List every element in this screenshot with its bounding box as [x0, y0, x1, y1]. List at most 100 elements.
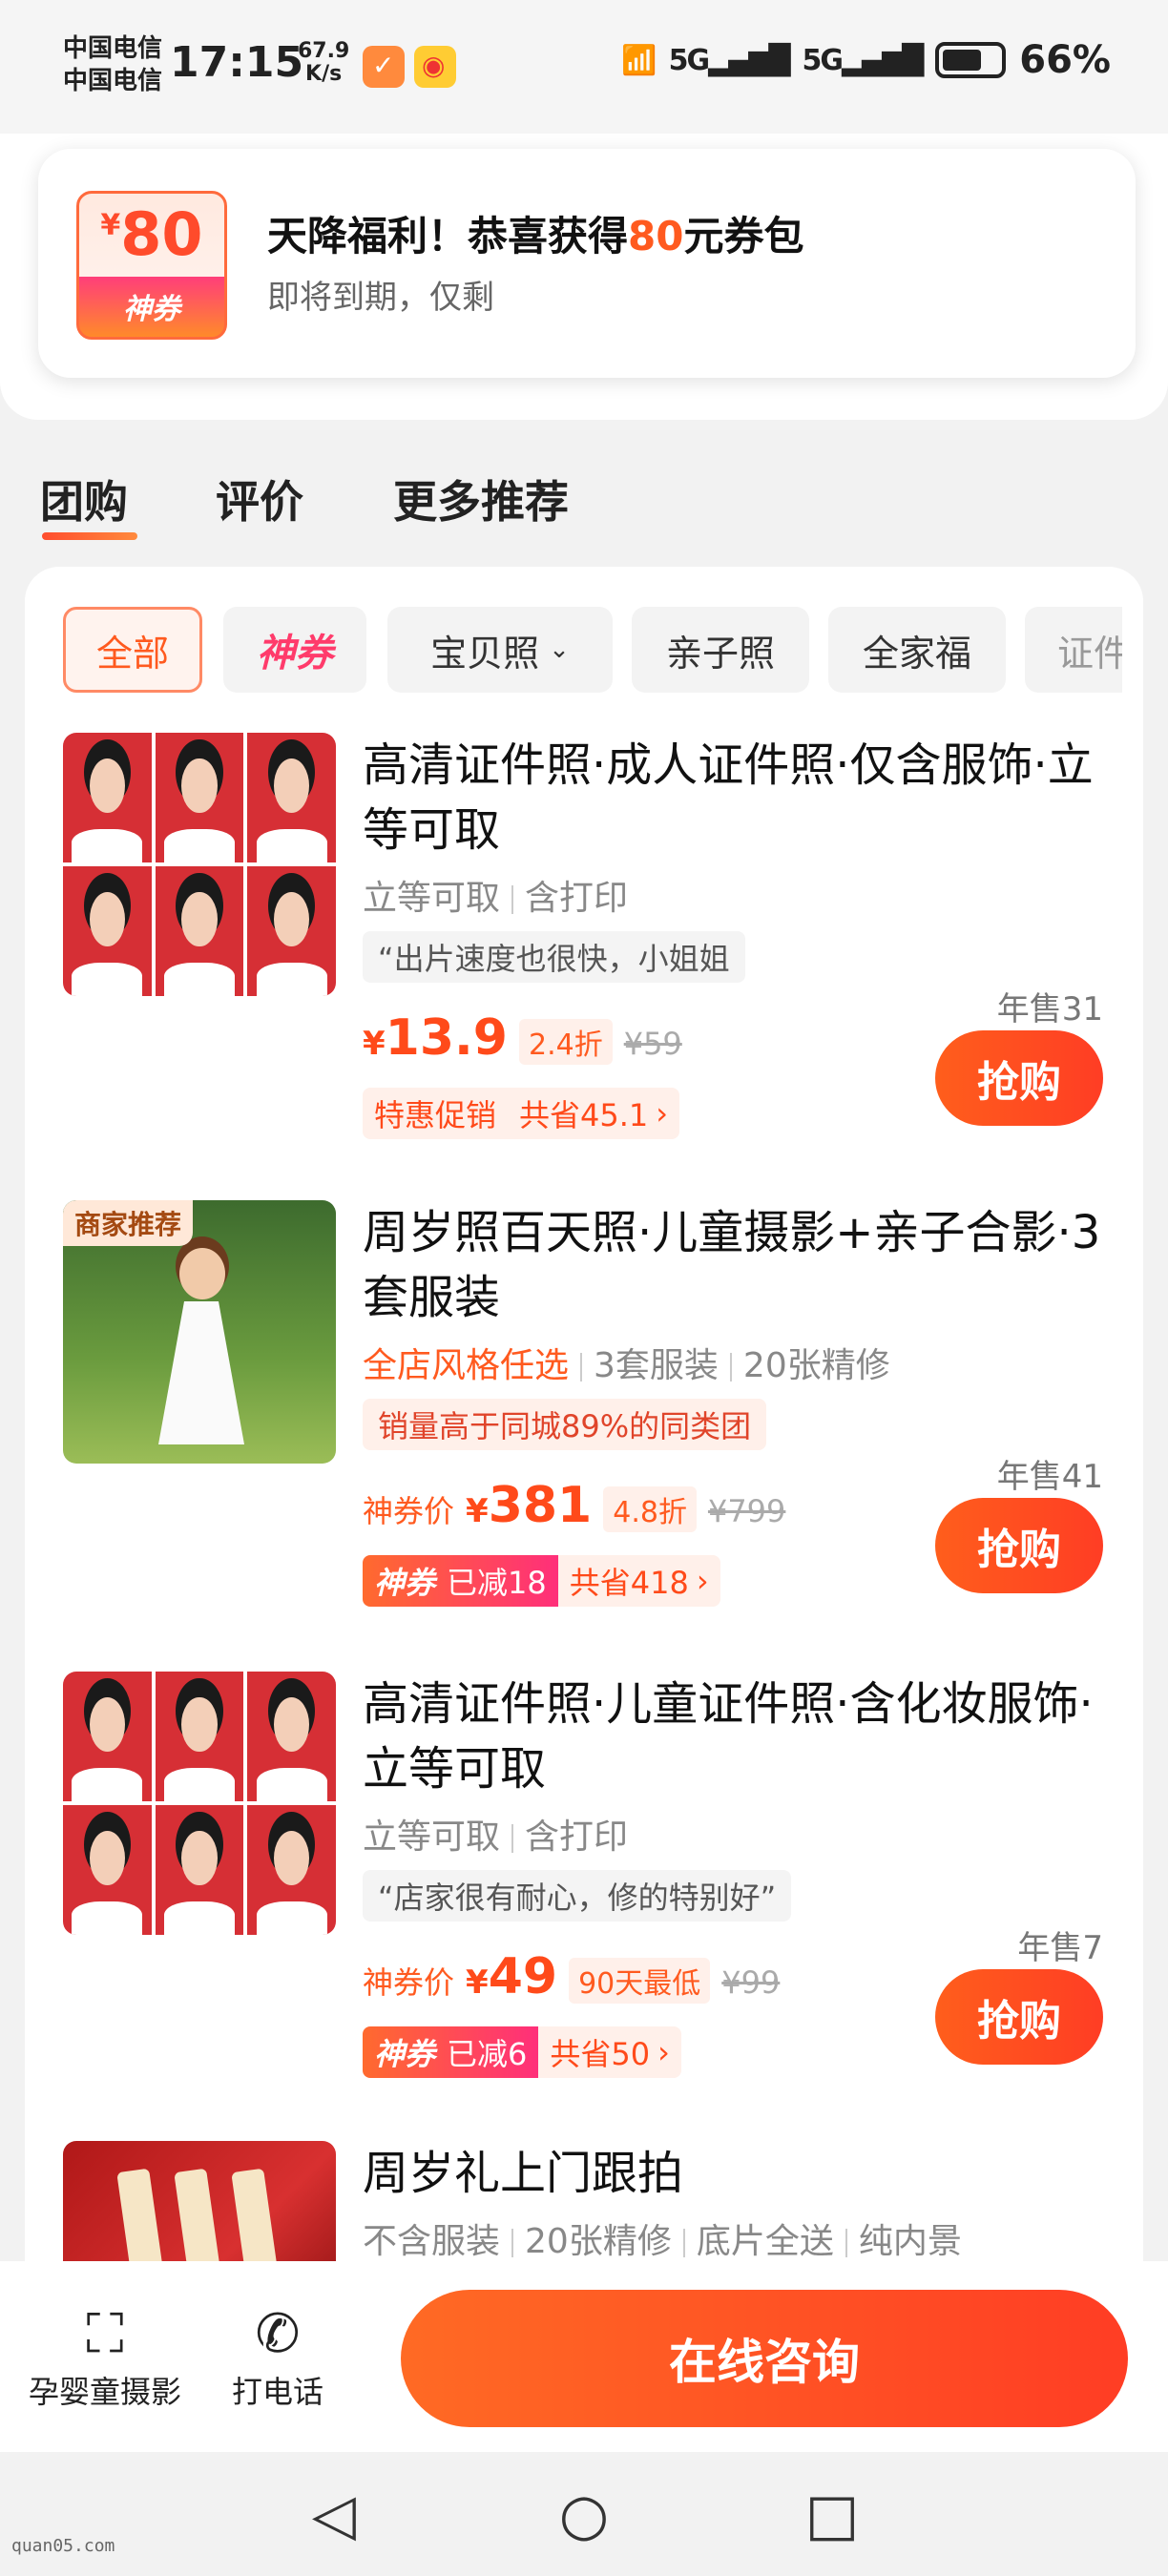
promo-sale-label: 特惠促销 [363, 1088, 509, 1139]
buy-button[interactable]: 抢购 [935, 1030, 1103, 1126]
battery-icon [935, 42, 1007, 78]
weibo-notification-icon [414, 46, 456, 88]
deal-tags: 全店风格任选 3套服装 20张精修 [363, 1346, 890, 1385]
tab-reviews[interactable]: 评价 [216, 467, 303, 530]
call-label: 打电话 [231, 2374, 323, 2410]
call-button[interactable]: ✆ 打电话 [216, 2301, 340, 2412]
deal-title: 高清证件照·成人证件照·仅含服饰·立等可取 [363, 738, 1094, 857]
buy-button[interactable]: 抢购 [935, 1498, 1103, 1593]
original-price: ¥59 [623, 1026, 682, 1062]
annual-sales: 年售31 [996, 990, 1103, 1028]
shop-category-label: 孕婴童摄影 [28, 2374, 181, 2410]
price-row: ¥13.9 2.4折 ¥59 [363, 1009, 682, 1067]
discount-badge: 90天最低 [569, 1958, 711, 2004]
signal-1: 5G▂▄▆█ [668, 43, 791, 77]
deal-title: 周岁照百天照·儿童摄影+亲子合影·3套服装 [363, 1206, 1101, 1324]
deal-item-4[interactable]: 周岁礼上门跟拍 不含服装 20张精修 底片全送 纯内景 [25, 2141, 1143, 2332]
annual-sales: 年售7 [1017, 1929, 1103, 1967]
carrier-1: 中国电信 [63, 34, 163, 63]
deal-thumbnail [63, 1672, 336, 1935]
deal-thumbnail: 商家推荐 [63, 1200, 336, 1464]
shop-category-button[interactable]: ⛶ 孕婴童摄影 [19, 2301, 191, 2412]
carrier-2: 中国电信 [63, 67, 163, 95]
promo-tag[interactable]: 特惠促销 共省45.1 › [363, 1088, 680, 1139]
deal-tags: 立等可取 含打印 [363, 1818, 629, 1857]
original-price: ¥99 [721, 1964, 781, 2001]
merchant-recommend-badge: 商家推荐 [63, 1200, 194, 1246]
status-indicators: 📶 5G▂▄▆█ 5G▂▄▆█ 66% [621, 38, 1111, 82]
price-label: 神券价 [363, 1493, 455, 1529]
filter-baby-photo-label: 宝贝照 [430, 632, 540, 675]
clock: 17:15 [170, 38, 304, 87]
price-label: 神券价 [363, 1964, 455, 2001]
bottom-action-bar: ⛶ 孕婴童摄影 ✆ 打电话 在线咨询 [0, 2261, 1168, 2452]
promo-savings: 共省418 › [557, 1555, 720, 1607]
shenquan-reduction: 神券 已减18 [363, 1555, 558, 1607]
deal-tags: 不含服装 20张精修 底片全送 纯内景 [363, 2222, 962, 2261]
original-price: ¥799 [707, 1493, 786, 1529]
deal-review-quote: “店家很有耐心，修的特别好” [363, 1870, 792, 1922]
filter-shenquan[interactable]: 神券 [223, 607, 366, 693]
deal-price: ¥13.9 [363, 1009, 508, 1067]
price-row: 神券价 ¥49 90天最低 ¥99 [363, 1948, 780, 2005]
chevron-right-icon: › [656, 1095, 669, 1132]
back-icon[interactable]: ◁ [305, 2486, 363, 2544]
annual-sales: 年售41 [996, 1458, 1103, 1496]
deal-title: 高清证件照·儿童证件照·含化妆服饰·立等可取 [363, 1677, 1094, 1796]
deal-price: ¥49 [466, 1948, 558, 2005]
network-speed: 67.9 K/s [298, 40, 349, 86]
section-tabs: 团购 评价 更多推荐 [0, 420, 1168, 563]
app-notification-icon [363, 46, 405, 88]
promo-tag[interactable]: 神券 已减6 共省50 › [363, 2026, 681, 2078]
discount-badge: 4.8折 [603, 1486, 697, 1532]
coupon-badge-label: 神券 [123, 293, 180, 326]
scan-face-icon: ⛶ [86, 2303, 124, 2365]
wifi-icon: 📶 [621, 43, 657, 77]
filter-all[interactable]: 全部 [63, 607, 202, 693]
filter-baby-photo[interactable]: 宝贝照 ⌄ [387, 607, 613, 693]
promo-savings: 共省45.1 › [508, 1088, 680, 1139]
chevron-down-icon: ⌄ [549, 635, 570, 664]
shenquan-reduction: 神券 已减6 [363, 2026, 539, 2078]
deal-list: 全部 神券 宝贝照 ⌄ 亲子照 全家福 证件 高清证件照·成人证件照·仅含服饰·立… [25, 567, 1143, 2475]
coupon-title: 天降福利！恭喜获得80元券包 [267, 213, 804, 260]
speed-unit: K/s [305, 62, 343, 86]
deal-price: ¥381 [466, 1477, 593, 1534]
discount-badge: 2.4折 [518, 1019, 613, 1065]
filter-chips: 全部 神券 宝贝照 ⌄ 亲子照 全家福 证件 [63, 607, 1122, 695]
deal-tags: 立等可取 含打印 [363, 879, 629, 918]
promo-savings: 共省50 › [538, 2026, 681, 2078]
deal-title: 周岁礼上门跟拍 [363, 2147, 684, 2200]
buy-button[interactable]: 抢购 [935, 1969, 1103, 2065]
speed-value: 67.9 [298, 39, 350, 63]
deal-item-2[interactable]: 商家推荐 周岁照百天照·儿童摄影+亲子合影·3套服装 全店风格任选 3套服装 20张… [25, 1200, 1143, 1639]
watermark: quan05.com [11, 2536, 115, 2556]
deal-item-1[interactable]: 高清证件照·成人证件照·仅含服饰·立等可取 立等可取 含打印 “出片速度也很快，小… [25, 733, 1143, 1172]
signal-2: 5G▂▄▆█ [802, 43, 924, 77]
filter-id-photo[interactable]: 证件 [1025, 607, 1122, 693]
filter-family[interactable]: 全家福 [828, 607, 1006, 693]
tab-more-recommendations[interactable]: 更多推荐 [393, 467, 569, 530]
filter-parent-child[interactable]: 亲子照 [632, 607, 809, 693]
coupon-banner[interactable]: ¥80 神券 天降福利！恭喜获得80元券包 即将到期，仅剩 [38, 149, 1136, 378]
sales-rank-note: 销量高于同城89%的同类团 [363, 1399, 767, 1450]
deal-review-quote: “出片速度也很快，小姐姐 [363, 931, 745, 983]
phone-icon: ✆ [255, 2303, 301, 2365]
recents-icon[interactable]: □ [803, 2486, 861, 2544]
price-row: 神券价 ¥381 4.8折 ¥799 [363, 1477, 785, 1534]
chevron-right-icon: › [657, 2034, 670, 2070]
tab-group-buy[interactable]: 团购 [40, 467, 128, 530]
status-bar: 中国电信 中国电信 17:15 67.9 K/s 📶 5G▂▄▆█ 5G▂▄▆█… [0, 0, 1168, 134]
coupon-subtitle: 即将到期，仅剩 [267, 279, 494, 317]
deal-thumbnail [63, 733, 336, 996]
battery-percent: 66% [1019, 38, 1111, 82]
coupon-badge: ¥80 神券 [76, 191, 227, 340]
coupon-amount: ¥80 [100, 199, 203, 269]
deal-item-3[interactable]: 高清证件照·儿童证件照·含化妆服饰·立等可取 立等可取 含打印 “店家很有耐心，修… [25, 1672, 1143, 2110]
online-consult-button[interactable]: 在线咨询 [401, 2290, 1128, 2427]
home-icon[interactable]: ○ [555, 2486, 613, 2544]
carrier-info: 中国电信 中国电信 [63, 32, 162, 97]
system-nav-bar: ◁ ○ □ [0, 2452, 1168, 2576]
promo-tag[interactable]: 神券 已减18 共省418 › [363, 1555, 720, 1607]
active-tab-indicator [42, 532, 137, 540]
